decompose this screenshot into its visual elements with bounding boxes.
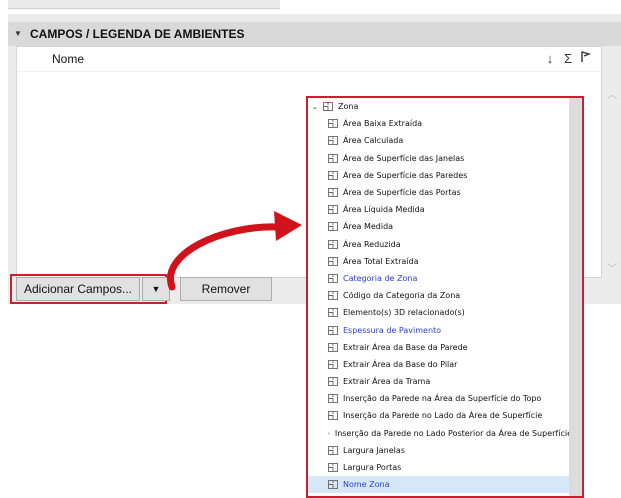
dropdown-item[interactable]: Área Calculada [308, 132, 572, 149]
dropdown-item-label: Largura Janelas [343, 445, 405, 455]
dropdown-item[interactable]: Área Baixa Extraída [308, 115, 572, 132]
dropdown-group-label: Zona [338, 102, 359, 112]
dropdown-item[interactable]: Extrair Área da Trama [308, 373, 572, 390]
zone-field-icon [328, 274, 338, 283]
zone-field-icon [328, 291, 338, 301]
dropdown-item[interactable]: Área Líquida Medida [308, 201, 572, 218]
dropdown-item-label: Área Líquida Medida [343, 205, 425, 215]
dropdown-item-label: Nome Zona [343, 480, 390, 490]
list-header-row: Nome ↓ Σ [17, 47, 601, 72]
dropdown-item[interactable]: Área Reduzida [308, 236, 572, 253]
zone-field-icon [328, 445, 338, 455]
dropdown-item[interactable]: Área Total Extraída [308, 253, 572, 270]
zone-field-icon [328, 463, 338, 472]
dropdown-item-label: Área Reduzida [343, 239, 401, 249]
zone-field-icon [328, 325, 338, 335]
dropdown-item[interactable]: Código da Categoria da Zona [308, 287, 572, 304]
add-fields-button[interactable]: Adicionar Campos... [16, 277, 140, 301]
dropdown-item[interactable]: Espessura de Pavimento [308, 321, 572, 338]
zone-icon [323, 102, 333, 112]
dropdown-item-label: Extrair Área da Base da Parede [343, 342, 468, 352]
dropdown-item-label: Inserção da Parede no Lado Posterior da … [334, 428, 572, 438]
zone-field-icon [328, 411, 338, 421]
dropdown-item[interactable]: Elemento(s) 3D relacionado(s) [308, 304, 572, 321]
zone-field-icon [328, 394, 338, 404]
dropdown-item-label: Área de Superfície das Paredes [343, 170, 468, 180]
dropdown-item[interactable]: Área de Superfície das Portas [308, 184, 572, 201]
collapse-caret-icon[interactable]: ▼ [14, 30, 22, 38]
dropdown-item-label: Área de Superfície das Janelas [343, 153, 465, 163]
dropdown-list: ⌄ Zona Área Baixa Extraída Área Calculada… [308, 98, 572, 494]
sort-icon[interactable]: ↓ [543, 51, 557, 66]
dropdown-item[interactable]: Inserção da Parede na Área da Superfície… [308, 390, 572, 407]
flag-icon[interactable] [579, 51, 593, 66]
dropdown-item-label: Extrair Área da Trama [343, 377, 431, 387]
zone-field-icon [328, 342, 338, 352]
dropdown-item-label: Elemento(s) 3D relacionado(s) [343, 308, 465, 318]
zone-field-icon [328, 432, 330, 434]
scroll-down-icon[interactable]: ﹀ [607, 260, 617, 275]
dropdown-item-label: Código da Categoria da Zona [343, 291, 461, 301]
fields-dropdown-menu: ⌄ Zona Área Baixa Extraída Área Calculada… [306, 96, 584, 498]
zone-field-icon [328, 119, 338, 129]
top-strip [0, 0, 621, 14]
zone-field-icon [328, 153, 338, 163]
dropdown-item[interactable]: Largura Portas [308, 459, 572, 476]
dropdown-item[interactable]: Área Medida [308, 218, 572, 235]
dropdown-item[interactable]: Extrair Área da Base da Parede [308, 339, 572, 356]
dropdown-item-label: Categoria de Zona [343, 273, 418, 283]
panel-title: CAMPOS / LEGENDA DE AMBIENTES [30, 27, 245, 41]
chevron-down-icon[interactable]: ⌄ [312, 103, 320, 111]
zone-field-icon [328, 239, 338, 249]
dropdown-item-label: Largura Portas [343, 463, 402, 473]
zone-field-icon [328, 359, 338, 369]
dropdown-item-label: Inserção da Parede no Lado da Área de Su… [343, 411, 543, 421]
zone-field-icon [328, 170, 338, 180]
zone-field-icon [328, 222, 338, 232]
dropdown-item-label: Extrair Área da Base do Pilar [343, 359, 458, 369]
dropdown-item[interactable]: Nome Zona [308, 476, 572, 494]
sum-icon[interactable]: Σ [561, 51, 575, 66]
dropdown-item[interactable]: Extrair Área da Base do Pilar [308, 356, 572, 373]
dropdown-item[interactable]: Inserção da Parede no Lado da Área de Su… [308, 407, 572, 424]
zone-field-icon [328, 308, 338, 318]
dropdown-item-label: Área de Superfície das Portas [343, 188, 461, 198]
top-tab[interactable] [8, 0, 280, 9]
zone-field-icon [328, 205, 338, 215]
header-icons: ↓ Σ [543, 51, 593, 66]
dropdown-item[interactable]: Categoria de Zona [308, 270, 572, 287]
dropdown-item[interactable]: Área de Superfície das Janelas [308, 150, 572, 167]
zone-field-icon [328, 136, 338, 146]
dropdown-item-label: Área Total Extraída [343, 256, 419, 266]
scroll-up-icon[interactable]: ︿ [607, 86, 617, 101]
dropdown-item-label: Área Baixa Extraída [343, 119, 423, 129]
dropdown-item[interactable]: Largura Janelas [308, 442, 572, 459]
name-column-label: Nome [52, 52, 85, 66]
zone-field-icon [328, 480, 338, 490]
zone-field-icon [328, 256, 338, 266]
dropdown-group-zona[interactable]: ⌄ Zona [308, 98, 572, 115]
zone-field-icon [328, 188, 338, 197]
dropdown-item-label: Espessura de Pavimento [343, 325, 442, 335]
red-arrow-icon [166, 211, 302, 291]
dropdown-item-label: Área Medida [343, 222, 394, 232]
dropdown-item-label: Inserção da Parede na Área da Superfície… [343, 394, 542, 404]
list-scrollbar[interactable]: ︿ ﹀ [604, 70, 621, 280]
dropdown-item[interactable]: Inserção da Parede no Lado Posterior da … [308, 425, 572, 442]
zone-field-icon [328, 377, 338, 387]
panel-header[interactable]: ▼ CAMPOS / LEGENDA DE AMBIENTES [8, 22, 621, 46]
dropdown-item[interactable]: Área de Superfície das Paredes [308, 167, 572, 184]
dropdown-item-label: Área Calculada [343, 136, 404, 146]
dropdown-scrollbar[interactable] [569, 98, 582, 496]
